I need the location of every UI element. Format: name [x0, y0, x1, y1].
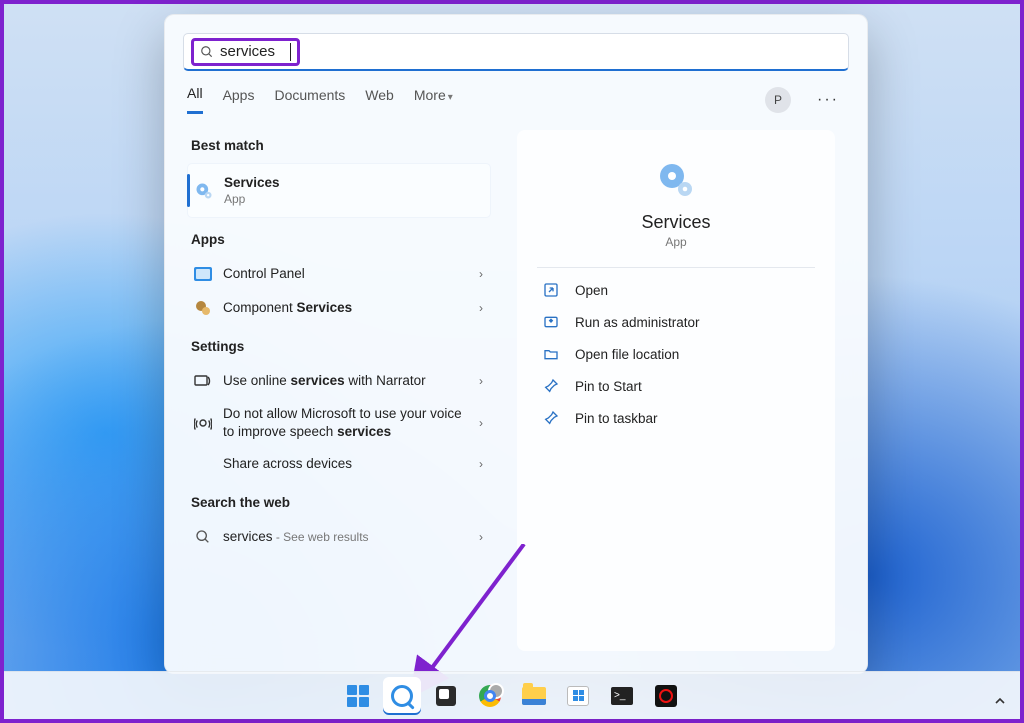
search-box[interactable]	[183, 33, 849, 71]
result-label: Share across devices	[223, 455, 469, 473]
separator	[537, 267, 815, 268]
search-icon	[391, 685, 413, 707]
start-search-flyout: All Apps Documents Web More▾ P ··· Best …	[164, 14, 868, 674]
best-match-title: Services	[224, 174, 482, 192]
tray-expand-button[interactable]	[994, 695, 1006, 707]
details-title: Services	[537, 212, 815, 233]
result-label: Use online services with Narrator	[223, 372, 469, 390]
speech-icon	[193, 413, 213, 433]
tab-all[interactable]: All	[187, 85, 203, 114]
section-settings: Settings	[187, 325, 491, 364]
result-label: Control Panel	[223, 265, 469, 283]
results-left-column: Best match Services App Apps Control Pan…	[177, 120, 497, 661]
result-narrator-services[interactable]: Use online services with Narrator ›	[187, 364, 491, 398]
component-services-icon	[193, 298, 213, 318]
annotation-highlight-box	[191, 38, 300, 66]
taskbar-file-explorer[interactable]	[515, 677, 553, 715]
action-open[interactable]: Open	[537, 274, 815, 306]
result-label: Do not allow Microsoft to use your voice…	[223, 405, 469, 440]
narrator-icon	[193, 371, 213, 391]
search-icon	[193, 527, 213, 547]
action-pin-start[interactable]: Pin to Start	[537, 370, 815, 402]
chevron-right-icon: ›	[479, 416, 483, 430]
action-run-admin[interactable]: Run as administrator	[537, 306, 815, 338]
search-input[interactable]	[220, 43, 290, 60]
tab-documents[interactable]: Documents	[274, 87, 345, 113]
result-best-match-services[interactable]: Services App	[187, 163, 491, 218]
search-tabs: All Apps Documents Web More▾ P ···	[165, 71, 867, 114]
pin-icon	[543, 378, 561, 394]
action-open-location[interactable]: Open file location	[537, 338, 815, 370]
result-speech-services[interactable]: Do not allow Microsoft to use your voice…	[187, 398, 491, 447]
action-pin-taskbar[interactable]: Pin to taskbar	[537, 402, 815, 434]
chevron-right-icon: ›	[479, 301, 483, 315]
chevron-right-icon: ›	[479, 267, 483, 281]
action-label: Pin to Start	[575, 379, 642, 394]
taskbar-store[interactable]	[559, 677, 597, 715]
chevron-right-icon: ›	[479, 374, 483, 388]
result-label: services - See web results	[223, 528, 469, 546]
section-apps: Apps	[187, 218, 491, 257]
search-row	[165, 15, 867, 71]
task-view-icon	[436, 686, 456, 706]
action-label: Run as administrator	[575, 315, 700, 330]
taskbar-terminal[interactable]: >_	[603, 677, 641, 715]
section-search-web: Search the web	[187, 481, 491, 520]
overflow-menu-button[interactable]: ···	[811, 91, 845, 109]
chevron-right-icon: ›	[479, 457, 483, 471]
action-label: Open	[575, 283, 608, 298]
section-best-match: Best match	[187, 124, 491, 163]
result-share-devices[interactable]: Share across devices ›	[187, 447, 491, 481]
folder-icon	[522, 687, 546, 705]
terminal-icon: >_	[611, 687, 633, 705]
store-icon	[567, 686, 589, 706]
taskbar-task-view[interactable]	[427, 677, 465, 715]
tab-more[interactable]: More▾	[414, 87, 453, 113]
result-component-services[interactable]: Component Services ›	[187, 291, 491, 325]
result-web-services[interactable]: services - See web results ›	[187, 520, 491, 554]
details-app-icon	[537, 150, 815, 208]
open-icon	[543, 282, 561, 298]
taskbar-chrome[interactable]	[471, 677, 509, 715]
action-label: Open file location	[575, 347, 679, 362]
best-match-subtitle: App	[224, 192, 482, 208]
services-gear-icon	[194, 181, 214, 201]
tab-web[interactable]: Web	[365, 87, 394, 113]
text-cursor	[290, 43, 291, 61]
chevron-right-icon: ›	[479, 530, 483, 544]
windows-logo-icon	[347, 685, 369, 707]
control-panel-icon	[193, 264, 213, 284]
details-subtitle: App	[537, 235, 815, 249]
taskbar-app-red[interactable]	[647, 677, 685, 715]
taskbar: >_	[4, 671, 1020, 719]
taskbar-start-button[interactable]	[339, 677, 377, 715]
chrome-icon	[479, 685, 501, 707]
pin-icon	[543, 410, 561, 426]
chevron-up-icon	[994, 695, 1006, 707]
taskbar-search-button[interactable]	[383, 677, 421, 715]
search-icon	[200, 45, 214, 59]
result-control-panel[interactable]: Control Panel ›	[187, 257, 491, 291]
red-circle-icon	[655, 685, 677, 707]
result-label: Component Services	[223, 299, 469, 317]
chevron-down-icon: ▾	[448, 92, 453, 103]
folder-icon	[543, 346, 561, 362]
profile-avatar[interactable]: P	[765, 87, 791, 113]
admin-shield-icon	[543, 314, 561, 330]
action-label: Pin to taskbar	[575, 411, 658, 426]
tab-apps[interactable]: Apps	[223, 87, 255, 113]
details-pane: Services App Open Run as administrator O…	[497, 120, 855, 661]
